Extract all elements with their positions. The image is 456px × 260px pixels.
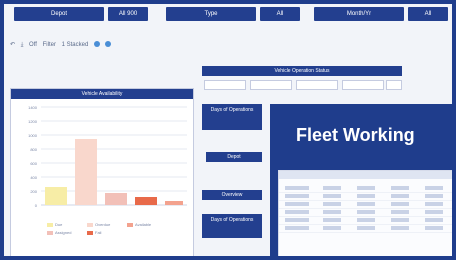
bar-due — [45, 187, 67, 205]
y-tick: 400 — [30, 175, 37, 180]
fleet-title: Fleet Working — [296, 125, 415, 145]
filter-button[interactable]: Filter — [43, 38, 56, 52]
legend-label: Assigned — [55, 230, 71, 235]
y-tick: 200 — [30, 189, 37, 194]
overview-label: Overview — [202, 190, 262, 200]
y-tick: 1400 — [28, 105, 38, 110]
legend-swatch — [47, 223, 53, 227]
filter-button[interactable]: Type — [166, 7, 256, 21]
overview-sub: Days of Operations — [202, 214, 262, 238]
export-icon[interactable]: ⤓ — [21, 38, 24, 52]
availability-chart: Vehicle Availability 1400 1200 1000 800 … — [10, 88, 194, 256]
status-cell — [386, 80, 402, 90]
table-row — [279, 225, 452, 233]
status-cell — [250, 80, 292, 90]
depot-label: Depot — [206, 152, 262, 162]
legend-swatch — [127, 223, 133, 227]
status-title: Vehicle Operation Status — [202, 66, 402, 76]
fleet-table-header — [279, 171, 452, 179]
status-cell — [342, 80, 384, 90]
chart-title: Vehicle Availability — [11, 89, 193, 99]
legend-label: Overdue — [95, 222, 111, 227]
legend-label: Due — [55, 222, 63, 227]
y-tick: 600 — [30, 161, 37, 166]
fleet-screenshot — [278, 170, 452, 256]
filter-button[interactable]: All 900 — [108, 7, 148, 21]
bar-available — [165, 201, 183, 205]
undo-icon[interactable]: ↶ — [10, 38, 15, 52]
legend-swatch — [87, 223, 93, 227]
y-tick: 1000 — [28, 133, 38, 138]
filter-button[interactable]: Depot — [14, 7, 104, 21]
status-cell — [296, 80, 338, 90]
off-toggle[interactable]: Off — [29, 38, 37, 52]
table-row — [279, 201, 452, 209]
legend-label: Available — [135, 222, 152, 227]
bar-fail — [135, 197, 157, 205]
filter-button[interactable]: All — [260, 7, 300, 21]
dot-icon[interactable] — [104, 41, 111, 48]
dot-icon[interactable] — [93, 41, 100, 48]
bar-overdue — [75, 139, 97, 205]
table-row — [279, 193, 452, 201]
table-row — [279, 185, 452, 193]
summary-box: Days of Operations — [202, 104, 262, 130]
filter-bar: Depot All 900 Type All Month/Yr All — [4, 7, 452, 23]
table-row — [279, 209, 452, 217]
legend-label: Fail — [95, 230, 102, 235]
toolbar: ↶ ⤓ Off Filter 1 Stacked — [10, 38, 140, 52]
chart-canvas: 1400 1200 1000 800 600 400 200 0 Due Ove… — [28, 105, 187, 235]
fleet-working-overlay: Fleet Working — [270, 104, 452, 256]
filter-button[interactable]: Month/Yr — [314, 7, 404, 21]
y-tick: 0 — [35, 203, 38, 208]
y-tick: 1200 — [28, 119, 38, 124]
stack-button[interactable]: 1 Stacked — [62, 38, 89, 52]
bar-assigned — [105, 193, 127, 205]
app-window: Depot All 900 Type All Month/Yr All ↶ ⤓ Off F… — [4, 4, 452, 256]
y-tick: 800 — [30, 147, 37, 152]
status-cell — [204, 80, 246, 90]
legend-swatch — [87, 231, 93, 235]
legend-swatch — [47, 231, 53, 235]
filter-button[interactable]: All — [408, 7, 448, 21]
table-row — [279, 217, 452, 225]
